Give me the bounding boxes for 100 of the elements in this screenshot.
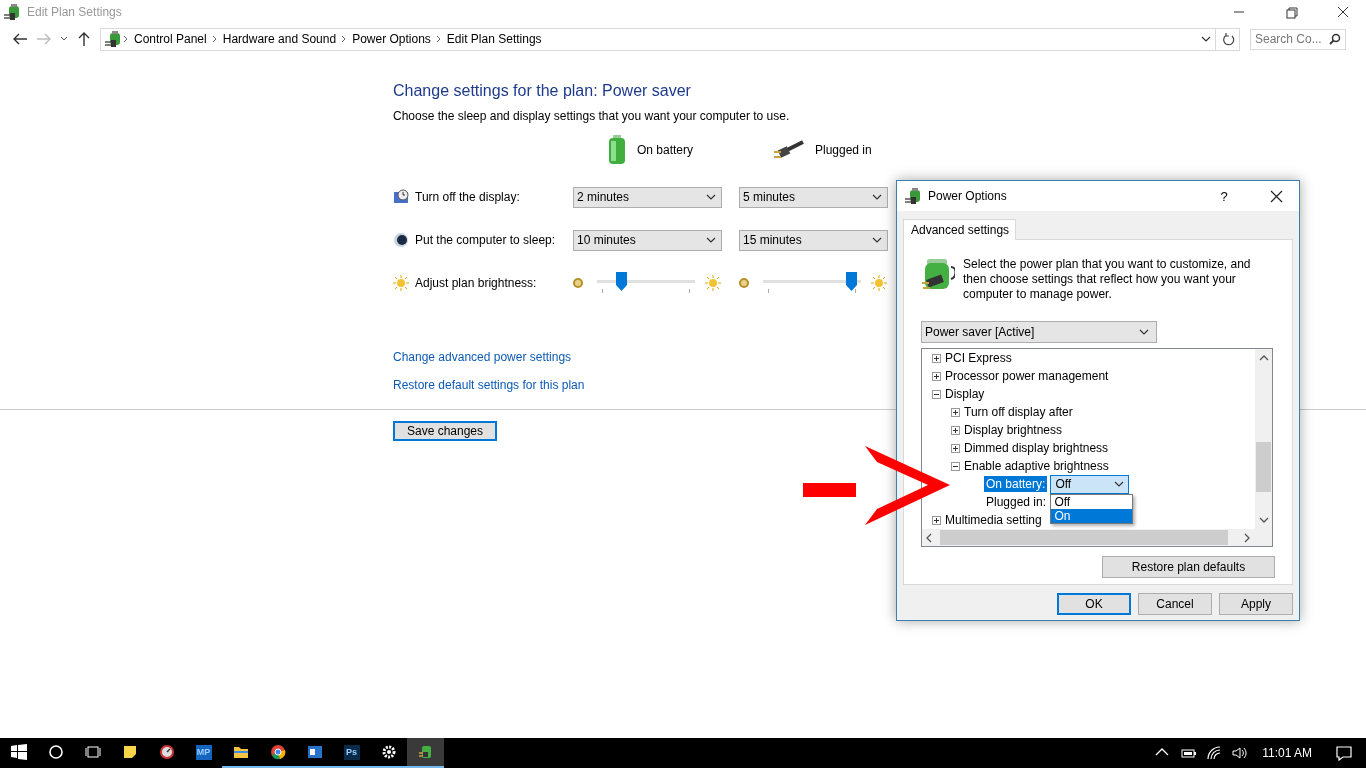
dropdown[interactable]: 10 minutes — [573, 229, 722, 251]
search-field[interactable]: Search Co... — [1250, 28, 1346, 50]
battery-icon — [607, 135, 627, 165]
sun-icon — [705, 275, 721, 291]
breadcrumb[interactable]: Hardware and Sound — [218, 32, 341, 46]
scroll-thumb[interactable] — [1256, 442, 1271, 492]
chevron-icon — [210, 35, 219, 43]
chevron-icon — [434, 35, 443, 43]
tree-item[interactable]: Multimedia setting — [945, 513, 1042, 527]
scroll-up-button[interactable] — [1258, 355, 1269, 361]
dialog-button[interactable]: Apply — [1219, 593, 1293, 615]
setting-label: Adjust plan brightness: — [415, 276, 537, 290]
slider-thumb[interactable] — [616, 272, 628, 291]
scroll-right-button[interactable] — [1244, 532, 1250, 543]
plan-dropdown[interactable]: Power saver [Active] — [921, 321, 1157, 343]
sticky-note-icon — [121, 744, 138, 760]
caret-icon — [1139, 329, 1149, 335]
gear-icon — [380, 744, 397, 760]
column-heading: Plugged in — [815, 143, 872, 157]
volume-icon[interactable] — [1232, 745, 1249, 761]
collapse-icon[interactable] — [951, 461, 960, 471]
tree-item[interactable]: Display — [945, 387, 985, 401]
expand-icon[interactable] — [932, 515, 941, 525]
control-panel-icon — [4, 3, 21, 21]
setting-label[interactable]: On battery: — [984, 476, 1048, 492]
dropdown[interactable]: 2 minutes — [573, 186, 722, 208]
scroll-left-button[interactable] — [926, 532, 932, 543]
link[interactable]: Change advanced power settings — [393, 350, 572, 364]
caret-icon — [706, 237, 716, 243]
folder-icon — [232, 744, 249, 760]
tree-item[interactable]: PCI Express — [945, 351, 1012, 365]
dropdown[interactable]: 15 minutes — [739, 229, 888, 251]
battery-plug-icon — [921, 257, 955, 291]
breadcrumb[interactable]: Edit Plan Settings — [442, 32, 546, 46]
address-bar[interactable]: Control Panel Hardware and Sound Power Options Edit Plan Settings — [100, 27, 1216, 51]
refresh-button[interactable] — [1216, 27, 1240, 51]
expand-icon[interactable] — [951, 425, 960, 435]
breadcrumb[interactable]: Control Panel — [130, 32, 211, 46]
power-options-icon — [905, 187, 922, 205]
chevron-icon — [122, 35, 130, 43]
battery-plug-icon — [417, 744, 434, 760]
vertical-scrollbar[interactable] — [1255, 349, 1272, 529]
caret-icon — [60, 36, 68, 42]
setting-label[interactable]: Plugged in: — [984, 494, 1049, 510]
display-clock-icon — [393, 189, 409, 205]
back-arrow-icon — [12, 31, 28, 47]
expand-icon[interactable] — [951, 407, 960, 417]
scroll-thumb[interactable] — [940, 530, 1228, 545]
close-icon — [1269, 189, 1283, 203]
gauge-icon — [158, 744, 175, 760]
notification-icon[interactable] — [1336, 745, 1352, 761]
caret-icon — [1114, 481, 1125, 487]
tree-item[interactable]: Enable adaptive brightness — [964, 459, 1109, 473]
tree-item[interactable]: Dimmed display brightness — [964, 441, 1109, 455]
control-panel-icon — [105, 30, 122, 48]
wifi-icon[interactable] — [1206, 745, 1223, 761]
breadcrumb[interactable]: Power Options — [348, 32, 435, 46]
windows-logo-icon — [10, 744, 27, 760]
restore-icon — [1283, 4, 1299, 20]
link[interactable]: Restore default settings for this plan — [393, 378, 585, 392]
collapse-icon[interactable] — [932, 389, 941, 399]
dropdown[interactable]: 5 minutes — [739, 186, 888, 208]
tree-item[interactable]: Processor power management — [945, 369, 1109, 383]
value-dropdown[interactable]: Off — [1050, 474, 1130, 494]
dropdown-option[interactable]: Off — [1051, 494, 1133, 509]
dialog-button[interactable]: Cancel — [1138, 593, 1212, 615]
dialog-button[interactable]: OK — [1057, 593, 1131, 615]
slider-thumb[interactable] — [845, 272, 857, 291]
mail-icon — [306, 744, 323, 760]
dim-icon — [739, 278, 749, 288]
brightness-slider[interactable] — [597, 272, 695, 294]
dialog-title: Power Options — [928, 189, 1007, 203]
sun-icon — [871, 275, 887, 291]
caret-icon — [706, 194, 716, 200]
close-icon — [1335, 4, 1351, 20]
page-description: Choose the sleep and display settings that you want your computer to use. — [393, 109, 791, 123]
search-icon — [1329, 33, 1341, 45]
tab[interactable]: Advanced settings — [903, 219, 1017, 240]
browser-icon — [269, 744, 286, 760]
caret-icon — [872, 194, 882, 200]
moon-icon — [393, 232, 409, 248]
help-button[interactable]: ? — [1201, 181, 1247, 211]
caret-icon — [872, 237, 882, 243]
sun-icon — [393, 275, 409, 291]
expand-icon[interactable] — [932, 371, 941, 381]
scroll-down-button[interactable] — [1258, 517, 1269, 523]
brightness-slider[interactable] — [763, 272, 861, 294]
taskbar-app[interactable]: Ps — [333, 738, 370, 768]
save-changes-button[interactable]: Save changes — [393, 421, 497, 441]
tree-item[interactable]: Turn off display after — [964, 405, 1073, 419]
window-title: Edit Plan Settings — [27, 5, 122, 19]
expand-icon[interactable] — [932, 353, 941, 363]
restore-plan-defaults-button[interactable]: Restore plan defaults — [1102, 556, 1275, 578]
clock[interactable]: 11:01 AM — [1262, 746, 1312, 760]
battery-plug-button[interactable] — [407, 738, 444, 768]
minimize-icon — [1234, 11, 1244, 13]
tree-item[interactable]: Display brightness — [964, 423, 1063, 437]
horizontal-scrollbar[interactable] — [922, 529, 1272, 546]
search-circle-icon — [47, 744, 64, 760]
expand-icon[interactable] — [951, 443, 960, 453]
